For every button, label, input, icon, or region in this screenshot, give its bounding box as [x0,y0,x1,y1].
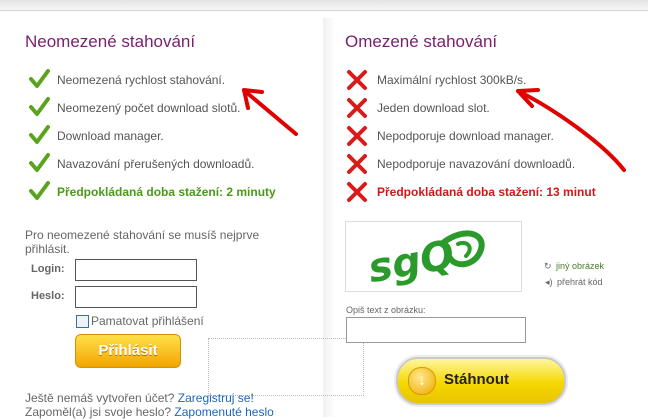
play-code-link[interactable]: přehrát kód [557,277,603,287]
feature-one-slot: Jeden download slot. [377,101,490,115]
feature-unlimited-slots: Neomezený počet download slotů. [57,101,241,115]
cross-icon [347,126,367,146]
captcha-label: Opiš text z obrázku: [346,305,426,315]
check-icon [29,97,50,116]
captcha-text: sgQ [365,232,458,291]
download-arrow-icon: ↓ [408,367,436,395]
login-input[interactable] [75,259,197,281]
annotation-arrow-right [516,88,626,172]
remember-checkbox[interactable] [76,315,89,328]
remember-label: Pamatovat přihlášení [91,314,204,328]
speaker-icon[interactable]: ◂) [545,277,553,288]
cross-icon [347,70,367,90]
feature-estimated-time: Předpokládaná doba stažení: 2 minuty [57,185,276,199]
captcha-graphic: sgQ [365,230,485,292]
annotation-arrow-left [242,88,298,136]
cross-icon [347,154,367,174]
password-input[interactable] [75,286,197,308]
feature-unlimited-speed: Neomezená rychlost stahování. [57,73,226,87]
top-bar [0,0,648,11]
unlimited-heading: Neomezené stahování [25,32,196,51]
new-image-link[interactable]: jiný obrázek [556,261,604,271]
cross-icon [347,98,367,118]
feature-resume: Navazování přerušených downloadů. [57,157,255,171]
check-icon [29,69,50,88]
register-link[interactable]: Zaregistruj se! [178,391,254,405]
refresh-icon[interactable]: ↻ [544,261,552,272]
captcha-image: sgQ [345,221,522,292]
login-prompt-line1: Pro neomezené stahování se musíš nejprve [25,228,260,242]
limited-heading: Omezené stahování [345,32,498,51]
captcha-input[interactable] [346,317,526,343]
cross-icon [347,182,367,202]
check-icon [29,181,50,200]
no-account-text: Ještě nemáš vytvořen účet? [25,391,175,405]
password-label: Heslo: [31,290,65,302]
login-prompt-line2: přihlásit. [25,242,70,256]
feature-estimated-time-limited: Předpokládaná doba stažení: 13 minut [377,185,596,199]
login-button[interactable]: Přihlásit [75,334,181,368]
login-label: Login: [31,263,65,275]
feature-download-manager: Download manager. [57,129,164,143]
download-button-label: Stáhnout [444,371,509,388]
dotted-frame [208,338,364,396]
feature-max-speed: Maximální rychlost 300kB/s. [377,73,527,87]
check-icon [29,153,50,172]
download-button[interactable]: ↓ Stáhnout [396,357,566,405]
check-icon [29,125,50,144]
register-line: Ještě nemáš vytvořen účet? Zaregistruj s… [25,391,254,405]
